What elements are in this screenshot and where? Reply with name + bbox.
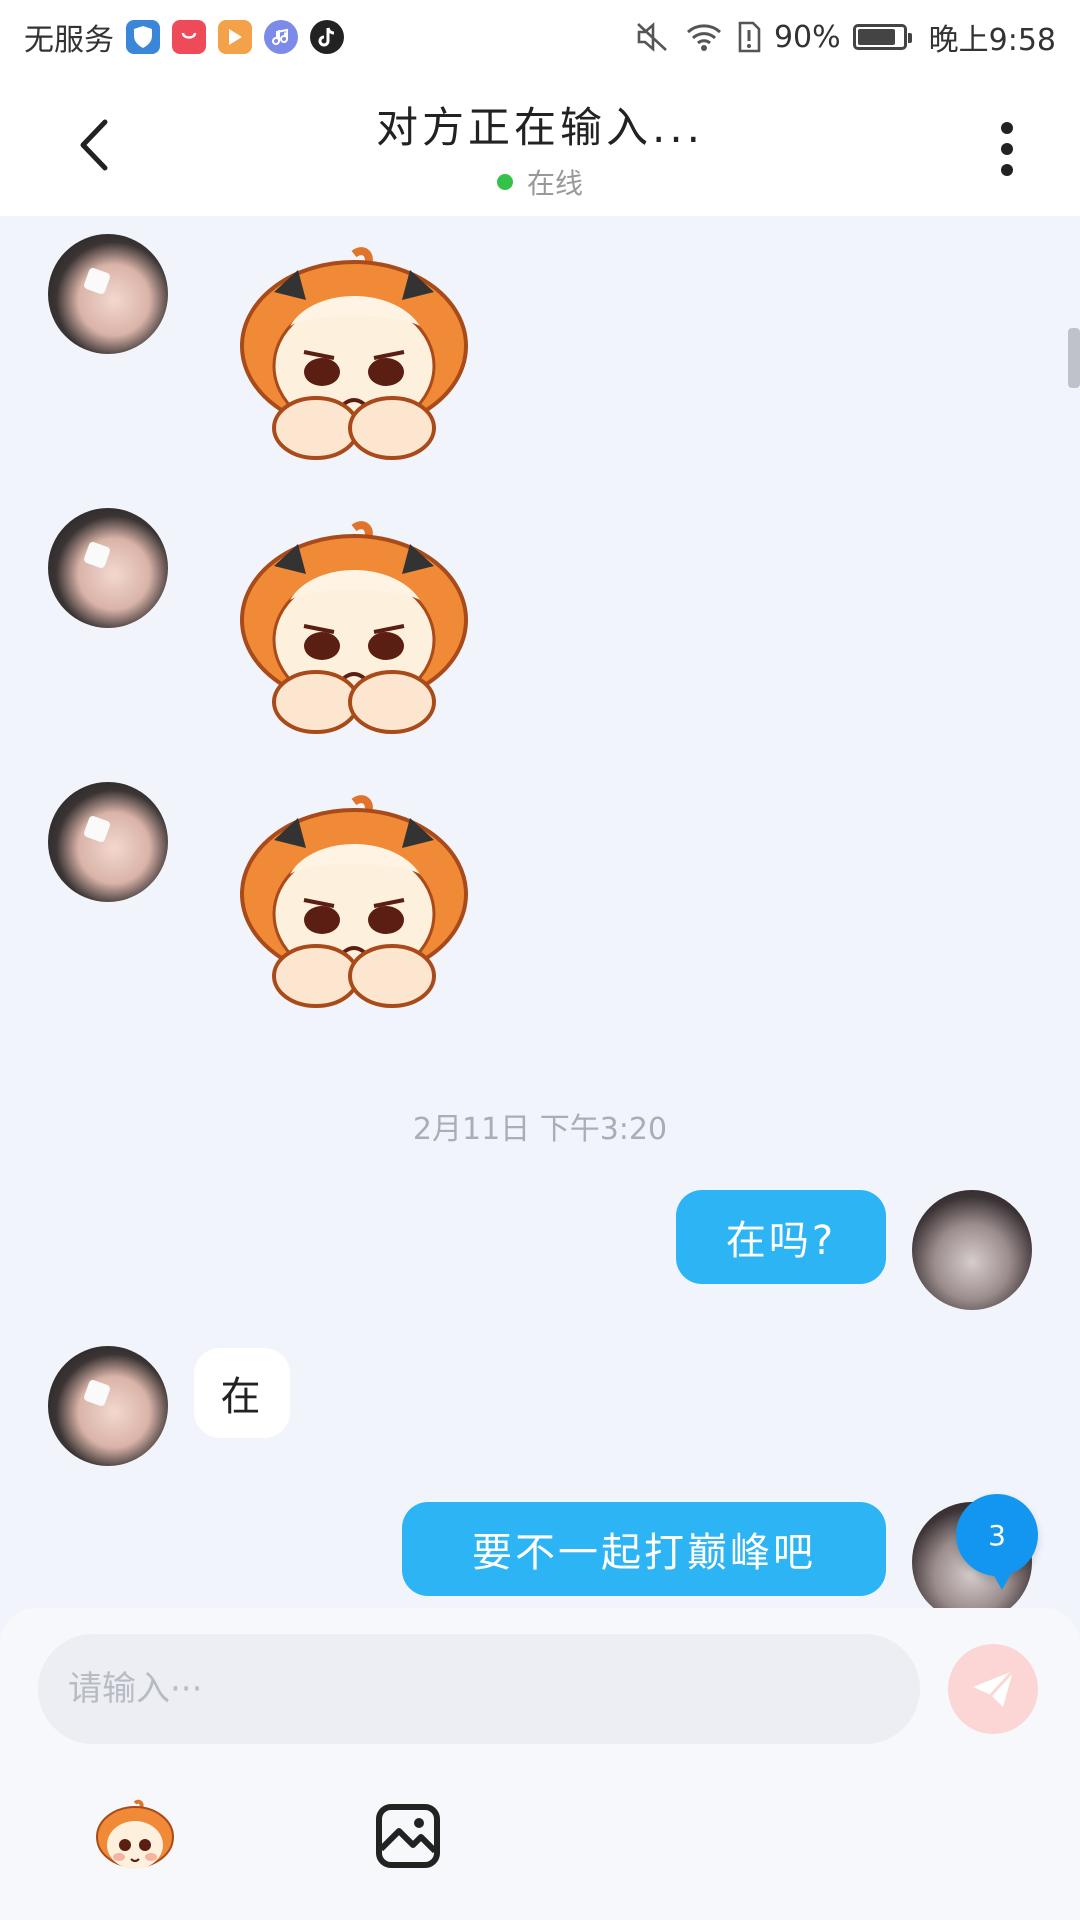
my-avatar[interactable] — [912, 1190, 1032, 1310]
outgoing-message-bubble[interactable]: 在吗? — [676, 1190, 886, 1284]
scrollbar-thumb[interactable] — [1068, 328, 1080, 388]
tiktok-icon — [310, 20, 344, 54]
compose-panel — [0, 1608, 1080, 1920]
sad-cartoon-sticker — [240, 247, 468, 460]
mute-icon — [632, 20, 672, 54]
outgoing-message-bubble[interactable]: 要不一起打巅峰吧 — [402, 1502, 886, 1596]
online-dot-icon — [496, 174, 513, 190]
page-title: 对方正在输入... — [375, 103, 705, 152]
message-timestamp: 2月11日 下午3:20 — [412, 1112, 668, 1147]
music-app-icon — [264, 20, 298, 54]
more-vertical-icon — [1001, 122, 1013, 176]
shield-app-icon — [126, 20, 160, 54]
sticker-picker-button[interactable] — [90, 1792, 180, 1882]
send-plane-icon — [973, 1669, 1015, 1707]
wifi-icon — [684, 20, 724, 54]
contact-avatar[interactable] — [48, 782, 168, 902]
battery-icon — [852, 24, 912, 50]
sad-cartoon-sticker-1[interactable] — [234, 246, 474, 466]
unread-count-badge[interactable]: 3 — [956, 1494, 1038, 1590]
carrier-label: 无服务 — [24, 23, 114, 58]
image-picker-button[interactable] — [366, 1794, 450, 1878]
battery-percent: 90% — [773, 19, 841, 55]
incoming-message-bubble[interactable]: 在 — [194, 1348, 290, 1438]
message-input[interactable] — [38, 1634, 920, 1744]
contact-avatar[interactable] — [48, 1346, 168, 1466]
sad-cartoon-sticker-3[interactable] — [234, 794, 474, 1014]
status-bar-right: 90% 晚上9:58 — [632, 15, 1056, 59]
clock: 晚上9:58 — [928, 23, 1056, 58]
sad-cartoon-sticker — [240, 795, 468, 1008]
send-button[interactable] — [948, 1644, 1038, 1734]
sim-alert-icon — [736, 20, 762, 54]
message-list[interactable]: 2月11日 下午3:20 在吗? 在 要不一起打巅峰吧 3 — [0, 216, 1080, 1612]
status-bar: 无服务 90% 晚上9:58 — [0, 0, 1080, 74]
chat-header: 对方正在输入... 在线 — [0, 74, 1080, 216]
huawei-appgallery-icon — [172, 20, 206, 54]
video-app-icon — [218, 20, 252, 54]
online-status-label: 在线 — [526, 167, 583, 200]
sticker-picker-icon — [96, 1799, 174, 1869]
status-bar-left: 无服务 — [24, 15, 344, 59]
contact-avatar[interactable] — [48, 508, 168, 628]
contact-avatar[interactable] — [48, 234, 168, 354]
online-status: 在线 — [0, 162, 1080, 202]
sad-cartoon-sticker-2[interactable] — [234, 520, 474, 740]
more-options-button[interactable] — [982, 114, 1032, 184]
battery-level-fill — [857, 29, 896, 45]
image-picker-icon — [376, 1804, 440, 1868]
sad-cartoon-sticker — [240, 521, 468, 734]
